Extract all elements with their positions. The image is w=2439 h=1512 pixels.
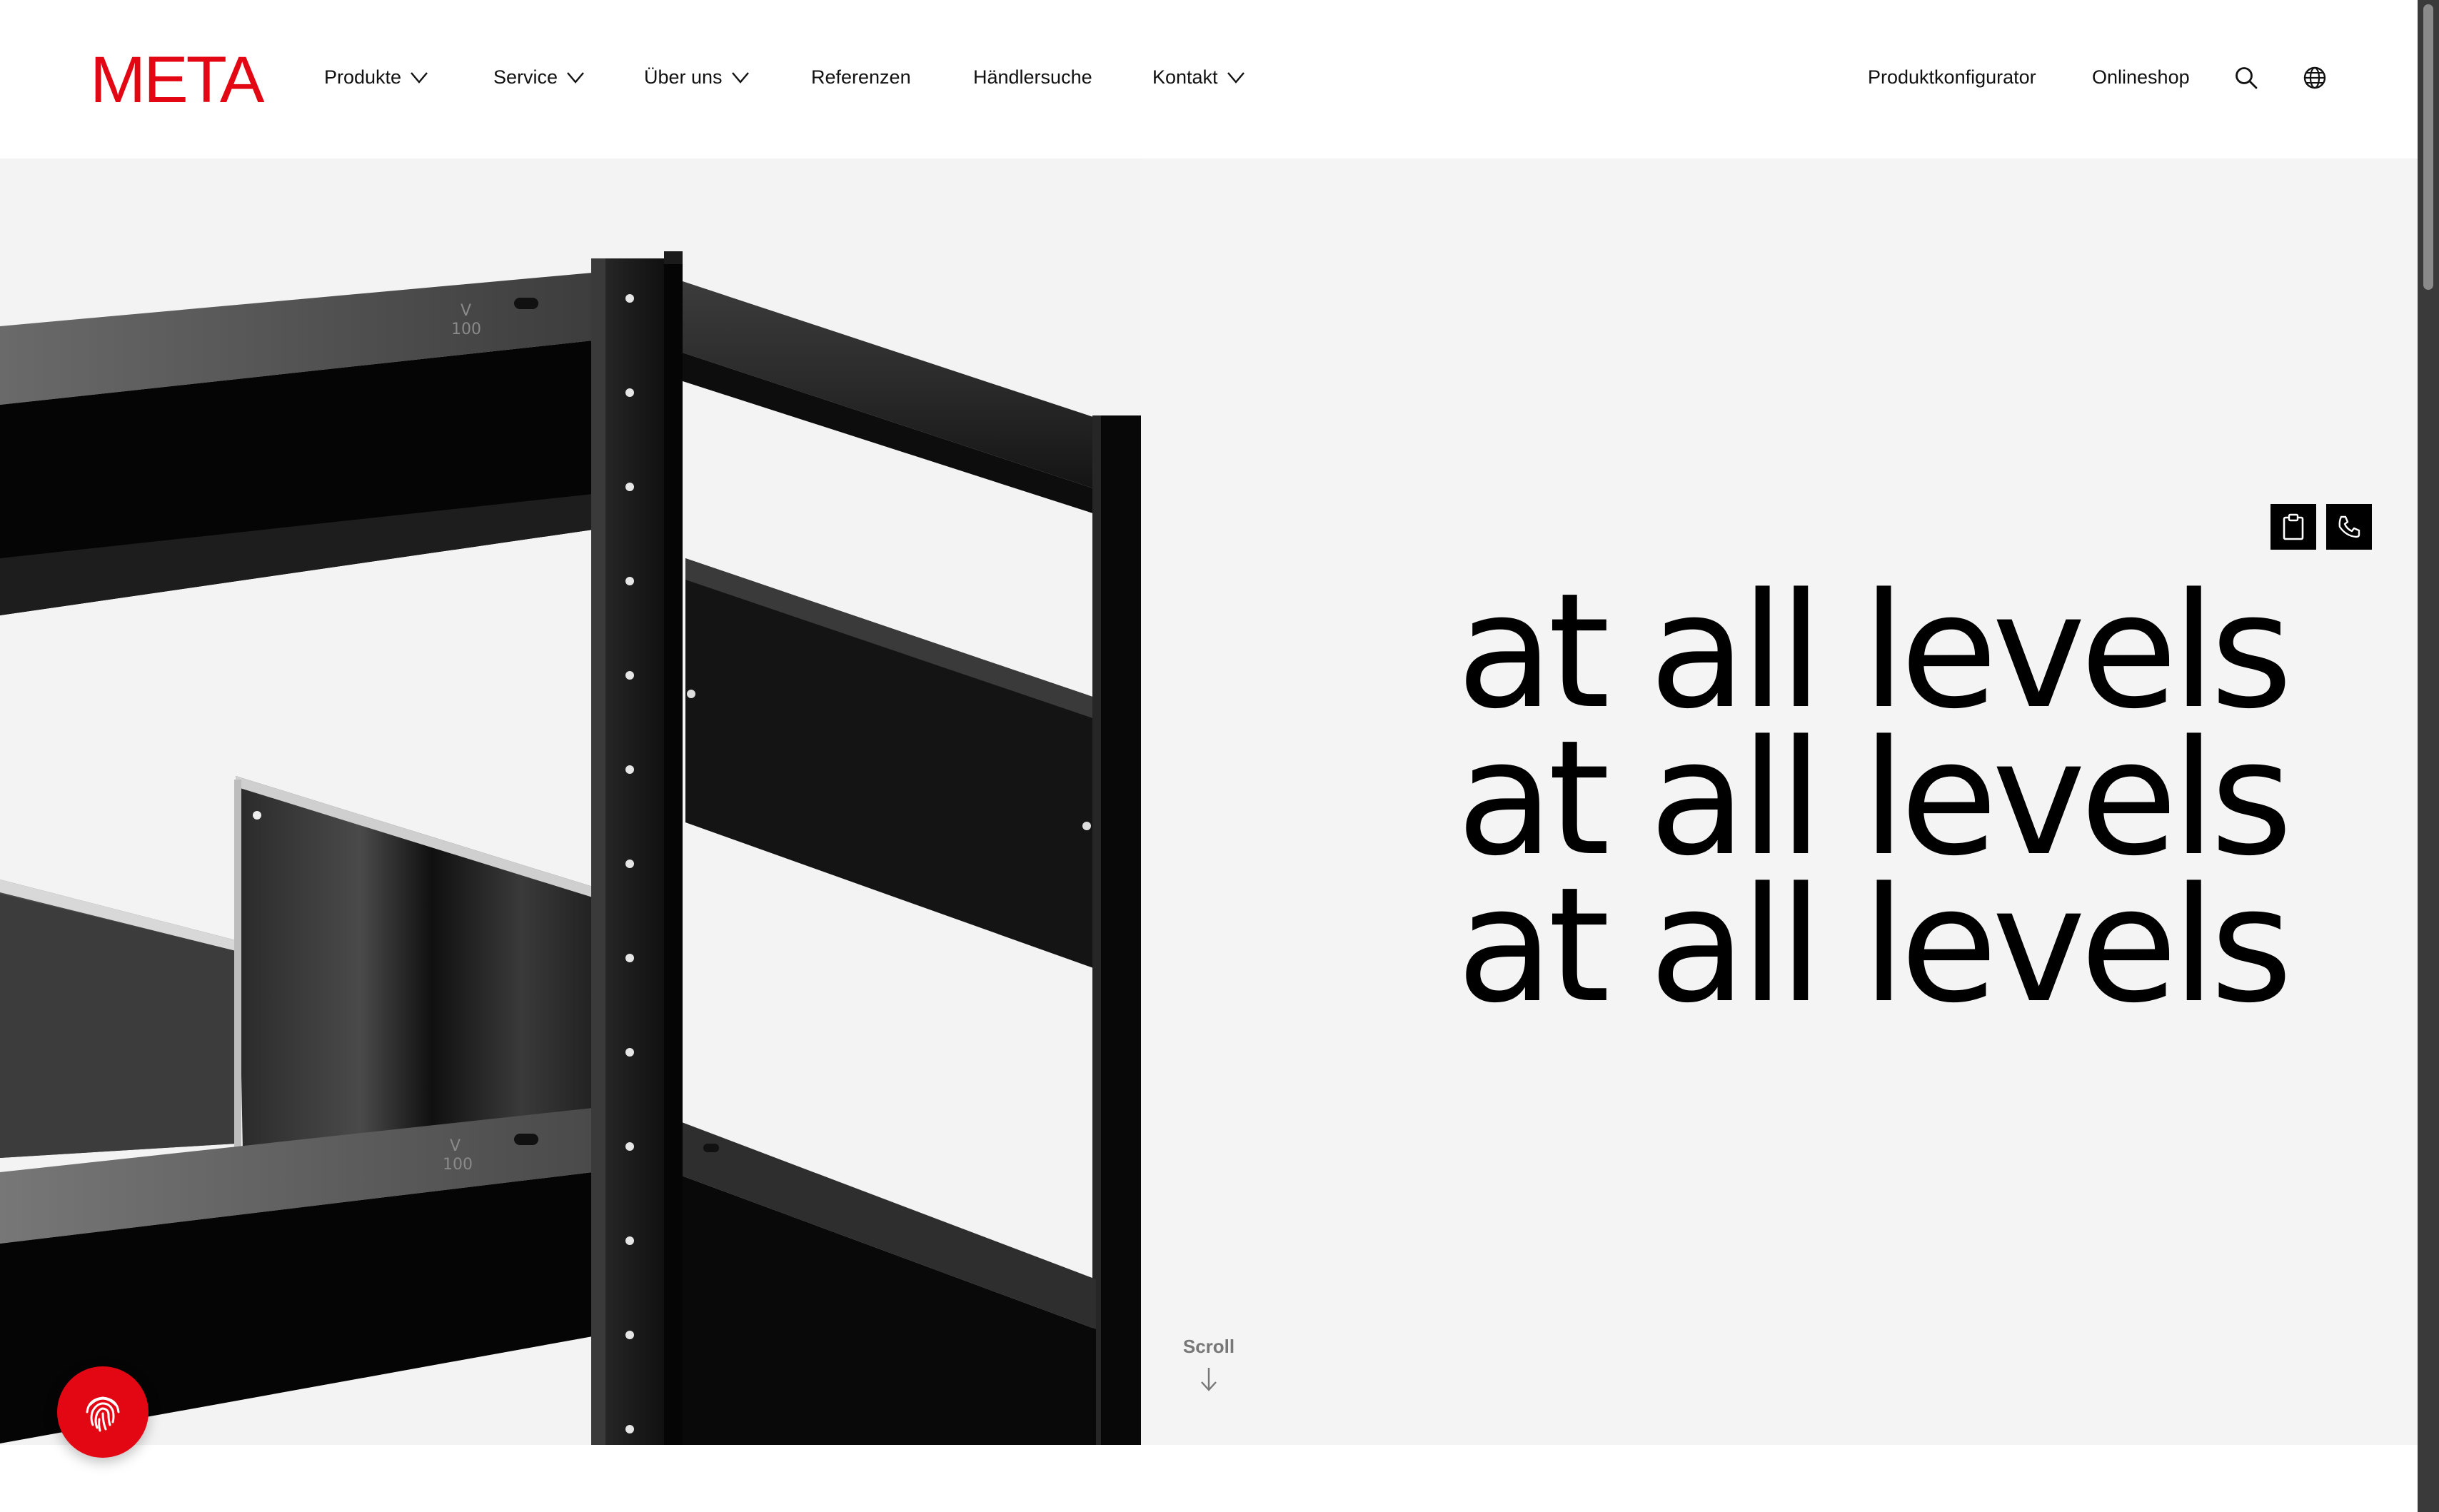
hero-headline: at all levels at all levels at all level… [1457, 560, 2293, 1038]
clipboard-icon [2283, 513, 2304, 540]
nav-item-referenzen[interactable]: Referenzen [811, 63, 911, 91]
headline-line: at all levels [1457, 707, 2293, 891]
headline-line: at all levels [1457, 854, 2293, 1038]
chevron-down-icon [410, 69, 428, 86]
headline-line: at all levels [1457, 560, 2293, 744]
chevron-down-icon [566, 69, 585, 86]
scroll-label: Scroll [1182, 1336, 1235, 1357]
nav-item-label: Kontakt [1152, 66, 1218, 88]
phone-icon [2338, 515, 2360, 538]
meta-logo[interactable]: META [90, 47, 265, 113]
shelving-product-image: V 100 V 100 [0, 158, 1141, 1445]
nav-item-label: Service [493, 66, 558, 88]
page-below-hero [0, 1445, 2418, 1512]
nav-item-haendlersuche[interactable]: Händlersuche [973, 63, 1092, 91]
nav-item-service[interactable]: Service [493, 63, 585, 91]
page-scrollbar[interactable] [2418, 0, 2439, 1512]
chevron-down-icon [1227, 69, 1245, 86]
fingerprint-icon [86, 1396, 120, 1432]
clipboard-button[interactable] [2270, 504, 2316, 550]
fingerprint-button[interactable] [57, 1366, 149, 1458]
svg-text:V: V [450, 1137, 461, 1155]
scrollbar-thumb[interactable] [2423, 4, 2433, 290]
onlineshop-link[interactable]: Onlineshop [2092, 63, 2190, 91]
svg-text:100: 100 [443, 1156, 473, 1174]
scroll-hint[interactable]: Scroll [1180, 1335, 1238, 1392]
nav-item-label: Referenzen [811, 66, 911, 88]
nav-item-label: Über uns [644, 66, 723, 88]
search-icon[interactable] [2233, 65, 2259, 91]
svg-text:V: V [461, 302, 471, 320]
globe-icon[interactable] [2302, 65, 2328, 91]
svg-text:100: 100 [451, 321, 481, 338]
nav-item-ueber-uns[interactable]: Über uns [644, 63, 750, 91]
nav-item-label: Produkte [324, 66, 402, 88]
nav-item-produkte[interactable]: Produkte [324, 63, 428, 91]
phone-button[interactable] [2326, 504, 2372, 550]
arrow-down-icon [1201, 1368, 1217, 1391]
produktkonfigurator-link[interactable]: Produktkonfigurator [1868, 63, 2036, 91]
chevron-down-icon [731, 69, 750, 86]
hero-section: V 100 V 100 at all levels at all levels … [0, 158, 2418, 1445]
site-header: META Produkte Service Über uns Referenze… [0, 0, 2418, 158]
nav-item-kontakt[interactable]: Kontakt [1152, 63, 1245, 91]
nav-item-label: Händlersuche [973, 66, 1092, 88]
